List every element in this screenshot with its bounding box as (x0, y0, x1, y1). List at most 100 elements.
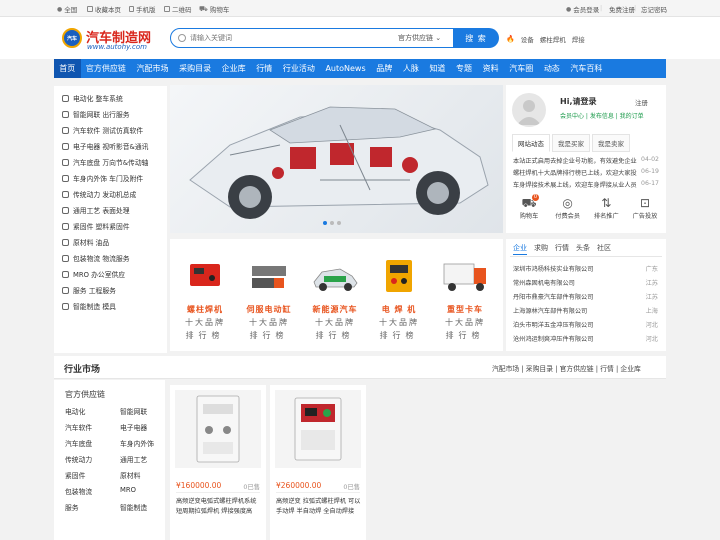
shortcut-vip[interactable]: ◎ 付费会员 (551, 196, 585, 220)
banner-dot[interactable] (337, 221, 341, 225)
supply-link[interactable]: 电动化 (65, 406, 85, 416)
news-item[interactable]: 本站正式启用去掉企业号功能，有效避免企业 04-02 (513, 156, 659, 165)
company-row[interactable]: 常州森固机电有限公司 江苏 (513, 278, 658, 287)
hot-keyword[interactable]: 螺柱焊机 (540, 34, 566, 44)
company-row[interactable]: 深圳市鸿杨科技实业有限公司 广东 (513, 264, 658, 273)
market-links[interactable]: 汽配市场 | 采购目录 | 官方供应链 | 行情 | 企业库 (492, 363, 641, 373)
category-item[interactable]: 电动化 整车系统 (62, 93, 166, 103)
member-links[interactable]: 会员中心 | 发布信息 | 我的订单 (560, 111, 644, 120)
category-item[interactable]: 传统动力 发动机总成 (62, 189, 166, 199)
hot-keyword[interactable]: 设备 (521, 34, 534, 44)
nav-item[interactable]: AutoNews (320, 59, 371, 78)
ranking-card[interactable]: 伺服电动缸 十大品牌 排行榜 (236, 256, 302, 341)
nav-item[interactable]: 品牌 (371, 59, 398, 78)
category-item[interactable]: 紧固件 塑料紧固件 (62, 221, 166, 231)
supply-link[interactable]: 车身内外饰 (120, 438, 154, 448)
avatar[interactable] (512, 93, 546, 127)
category-item[interactable]: 原材料 油品 (62, 237, 166, 247)
tab-companies[interactable]: 企业 (513, 243, 527, 255)
forgot-password-link[interactable]: 忘记密码 (641, 4, 667, 14)
hot-keyword[interactable]: 焊接 (572, 34, 585, 44)
bookmark-link[interactable]: 收藏本页 (87, 4, 121, 14)
product-card[interactable]: ¥260000.00 0已售 高频逆变 拉弧式螺柱焊机 可以手动焊 半自动焊 全… (270, 385, 366, 540)
nav-item[interactable]: 资料 (477, 59, 504, 78)
supply-link[interactable]: MRO (120, 486, 136, 494)
news-item[interactable]: 车身焊接技术展上线，欢迎车身焊接从业人员 06-17 (513, 180, 659, 189)
supply-link[interactable]: 智能网联 (120, 406, 147, 416)
supply-link[interactable]: 传统动力 (65, 454, 92, 464)
supply-link[interactable]: 汽车底盘 (65, 438, 92, 448)
nav-item[interactable]: 企业库 (216, 59, 251, 78)
shortcut-ads[interactable]: ⊡ 广告投放 (628, 196, 662, 220)
supply-link[interactable]: 原材料 (120, 470, 140, 480)
nav-item[interactable]: 人脉 (398, 59, 425, 78)
supply-link[interactable]: 包装物流 (65, 486, 92, 496)
search-input[interactable] (190, 34, 370, 42)
supply-link[interactable]: 服务 (65, 502, 79, 512)
nav-item[interactable]: 官方供应链 (81, 59, 132, 78)
supply-link[interactable]: 汽车软件 (65, 422, 92, 432)
company-row[interactable]: 丹阳市鼎豪汽车部件有限公司 江苏 (513, 292, 658, 301)
category-item[interactable]: 包装物流 物流服务 (62, 253, 166, 263)
login-link[interactable]: ● 会员登录 (566, 4, 599, 15)
tab-purchase[interactable]: 求购 (534, 243, 548, 255)
hero-banner[interactable] (170, 85, 503, 233)
shortcut-cart[interactable]: ⛟ 0 购物车 (512, 194, 546, 220)
nav-item[interactable]: 行情 (251, 59, 278, 78)
location-link[interactable]: ● 全国 (57, 4, 77, 15)
register-link[interactable]: 注册 (635, 97, 648, 107)
category-item[interactable]: 智能网联 出行服务 (62, 109, 166, 119)
supply-link[interactable]: 通用工艺 (120, 454, 147, 464)
company-row[interactable]: 沧州鸿运制爽冲压件有限公司 河北 (513, 334, 658, 343)
ranking-card[interactable]: 螺柱焊机 十大品牌 排行榜 (172, 256, 238, 341)
category-icon (62, 222, 69, 230)
tab-seller[interactable]: 我是卖家 (592, 134, 630, 152)
category-item[interactable]: 汽车底盘 万向节&传动轴 (62, 157, 166, 167)
category-item[interactable]: 智能制造 模具 (62, 301, 166, 311)
supply-link[interactable]: 电子电器 (120, 422, 147, 432)
ranking-card[interactable]: 电 焊 机 十大品牌 排行榜 (366, 256, 432, 341)
category-item[interactable]: 汽车软件 测试仿真软件 (62, 125, 166, 135)
supply-link[interactable]: 智能制造 (120, 502, 147, 512)
nav-item[interactable]: 汽配市场 (131, 59, 174, 78)
ranking-card[interactable]: 重型卡车 十大品牌 排行榜 (432, 256, 498, 341)
product-name[interactable]: 高频逆变电弧式螺柱焊机系统 短周期拉弧焊机 焊接强度高 (176, 497, 264, 516)
ranking-card[interactable]: 新能源汽车 十大品牌 排行榜 (302, 256, 368, 341)
logo-badge[interactable]: 汽车 (62, 28, 82, 48)
product-card[interactable]: ¥160000.00 0已售 高频逆变电弧式螺柱焊机系统 短周期拉弧焊机 焊接强… (170, 385, 266, 540)
nav-item[interactable]: 采购目录 (174, 59, 217, 78)
mobile-link[interactable]: 手机版 (129, 4, 156, 14)
top-bar: ● 全国 收藏本页 手机版 二维码 ⛟ 购物车 ● 会员登录 | 免费注册 | 忘记密… (0, 0, 720, 17)
nav-item[interactable]: 知道 (424, 59, 451, 78)
nav-item[interactable]: 汽车百科 (565, 59, 608, 78)
tab-market[interactable]: 行情 (555, 243, 569, 255)
nav-item[interactable]: 汽车圈 (504, 59, 539, 78)
tab-site-news[interactable]: 网站动态 (512, 134, 550, 152)
banner-dot[interactable] (323, 221, 327, 225)
nav-item[interactable]: 行业活动 (278, 59, 321, 78)
product-name[interactable]: 高频逆变 拉弧式螺柱焊机 可以手动焊 半自动焊 全自动焊接 (276, 497, 364, 516)
category-item[interactable]: 车身内外饰 车门及附件 (62, 173, 166, 183)
login-prompt[interactable]: Hi,请登录 (560, 96, 596, 107)
category-item[interactable]: 服务 工程服务 (62, 285, 166, 295)
news-item[interactable]: 螺柱焊机十大品牌排行榜已上线，欢迎大家投 06-19 (513, 168, 659, 177)
nav-item[interactable]: 专题 (451, 59, 478, 78)
tab-community[interactable]: 社区 (597, 243, 611, 255)
company-row[interactable]: 上海源林汽车部件有限公司 上海 (513, 306, 658, 315)
search-category-select[interactable]: 官方供应链 ⌄ (398, 33, 441, 43)
supply-link[interactable]: 紧固件 (65, 470, 85, 480)
register-link[interactable]: 免费注册 (609, 4, 635, 14)
category-item[interactable]: 电子电器 视听影音&通讯 (62, 141, 166, 151)
cart-link[interactable]: ⛟ 购物车 (199, 4, 229, 15)
qrcode-link[interactable]: 二维码 (164, 4, 192, 14)
category-item[interactable]: MRO 办公室供应 (62, 269, 166, 279)
category-item[interactable]: 通用工艺 表面处理 (62, 205, 166, 215)
nav-item[interactable]: 动态 (539, 59, 566, 78)
search-button[interactable]: 搜 索 (453, 28, 499, 48)
shortcut-rank[interactable]: ⇅ 排名推广 (589, 196, 623, 220)
nav-item-home[interactable]: 首页 (54, 59, 81, 78)
company-row[interactable]: 泊头市明洋五金冲压有限公司 河北 (513, 320, 658, 329)
tab-headlines[interactable]: 头条 (576, 243, 590, 255)
tab-buyer[interactable]: 我是买家 (552, 134, 590, 152)
banner-dot[interactable] (330, 221, 334, 225)
